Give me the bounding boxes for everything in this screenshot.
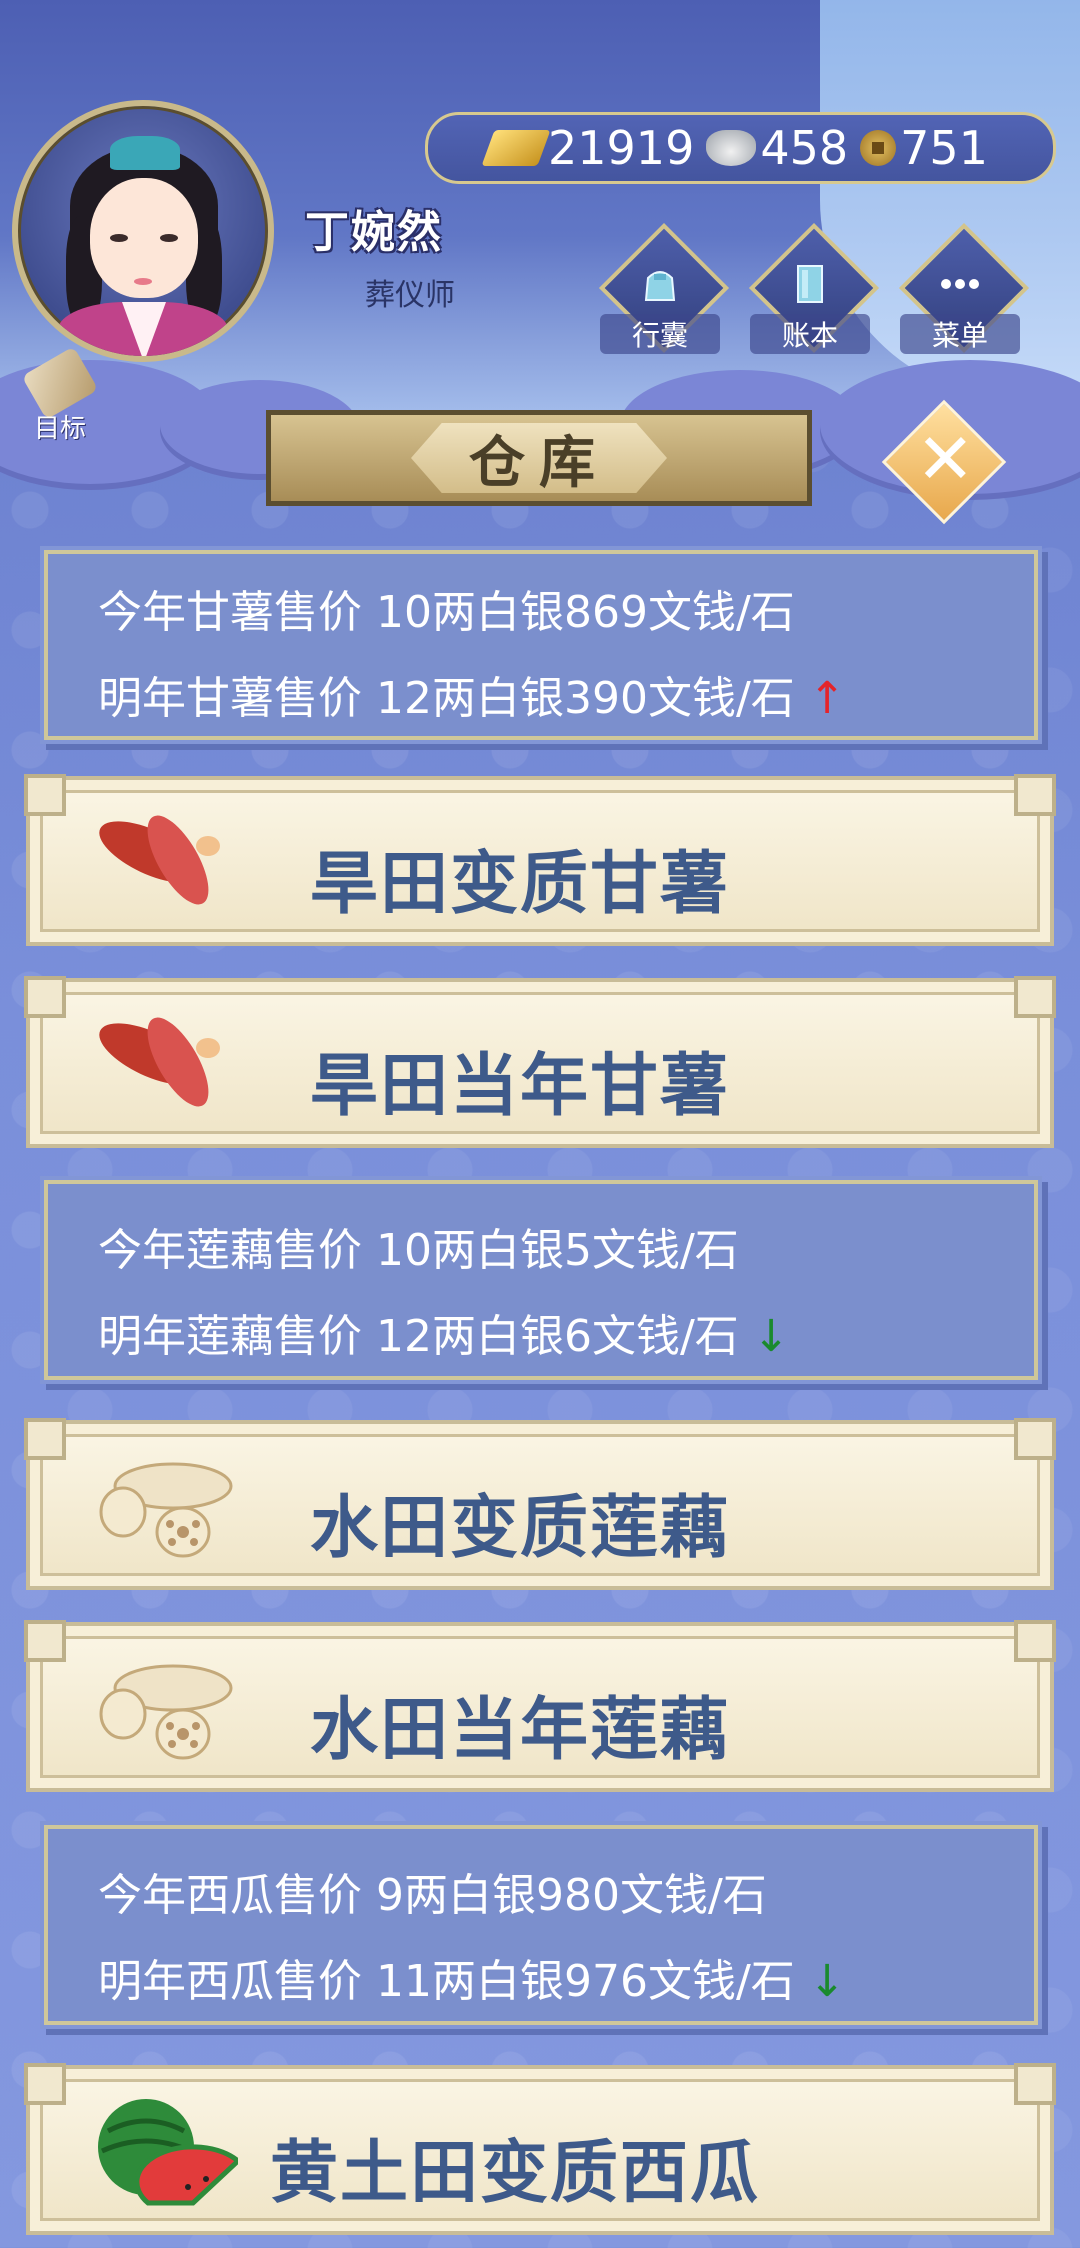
goal-label: 目标 xyxy=(33,414,86,444)
currency-bar: 21919 458 751 xyxy=(425,112,1056,184)
price-next-year-text: 明年甘薯售价 12两白银390文钱/石 xyxy=(98,673,795,724)
price-this-year: 今年莲藕售价 10两白银5文钱/石 xyxy=(98,1225,739,1276)
player-avatar[interactable] xyxy=(12,100,274,362)
lotus-root-icon xyxy=(99,1462,233,1558)
silver-display: 458 xyxy=(706,121,848,175)
price-next-year-text: 明年西瓜售价 11两白银976文钱/石 xyxy=(98,1956,795,2007)
warehouse-title-banner: 仓库 xyxy=(266,410,812,506)
silver-ingot-icon xyxy=(706,130,757,166)
warehouse-item[interactable]: 黄土田变质西瓜 xyxy=(24,2063,1056,2235)
bag-button[interactable]: 行囊 xyxy=(598,222,730,354)
item-name: 水田当年莲藕 xyxy=(310,1691,731,1770)
avatar-headdress xyxy=(110,136,180,170)
sweet-potato-icon xyxy=(99,815,220,905)
avatar-eye xyxy=(110,234,128,242)
gold-display: 21919 xyxy=(481,121,695,175)
silver-amount: 458 xyxy=(760,121,849,175)
price-this-year: 今年西瓜售价 9两白银980文钱/石 xyxy=(98,1870,767,1921)
ledger-icon xyxy=(797,265,823,303)
gold-ingot-icon xyxy=(481,130,551,166)
coin-display: 751 xyxy=(860,121,988,175)
menu-button[interactable]: 菜单 xyxy=(898,222,1030,354)
goal-button[interactable]: 目标 xyxy=(14,346,106,450)
warehouse-item[interactable]: 水田当年莲藕 xyxy=(24,1620,1056,1792)
player-role: 葬仪师 xyxy=(365,278,455,313)
panel-title: 仓库 xyxy=(469,430,609,496)
price-next-year: 明年莲藕售价 12两白银6文钱/石 ↓ xyxy=(98,1300,790,1364)
ledger-button[interactable]: 账本 xyxy=(748,222,880,354)
warehouse-item[interactable]: 水田变质莲藕 xyxy=(24,1418,1056,1590)
price-this-year: 今年甘薯售价 10两白银869文钱/石 xyxy=(98,587,795,638)
price-info-card: 今年莲藕售价 10两白银5文钱/石 明年莲藕售价 12两白银6文钱/石 ↓ xyxy=(44,1180,1038,1380)
item-name: 水田变质莲藕 xyxy=(310,1489,731,1568)
avatar-mouth xyxy=(134,278,152,285)
close-icon: ✕ xyxy=(916,418,975,500)
coin-amount: 751 xyxy=(900,121,988,175)
price-info-card: 今年甘薯售价 10两白银869文钱/石 明年甘薯售价 12两白银390文钱/石 … xyxy=(44,550,1038,740)
more-dots-icon xyxy=(941,279,979,289)
ledger-label: 账本 xyxy=(750,314,870,354)
avatar-eye xyxy=(160,234,178,242)
gold-amount: 21919 xyxy=(548,121,695,175)
price-up-arrow-icon: ↑ xyxy=(808,673,846,724)
copper-coin-icon xyxy=(860,130,897,166)
price-next-year: 明年甘薯售价 12两白银390文钱/石 ↑ xyxy=(98,662,846,726)
price-next-year-text: 明年莲藕售价 12两白银6文钱/石 xyxy=(98,1311,739,1362)
sweet-potato-icon xyxy=(99,1017,220,1107)
price-down-arrow-icon: ↓ xyxy=(752,1311,790,1362)
lotus-root-icon xyxy=(99,1664,233,1760)
item-name: 黄土田变质西瓜 xyxy=(270,2134,761,2213)
menu-label: 菜单 xyxy=(900,314,1020,354)
title-plaque: 仓库 xyxy=(411,423,667,493)
price-next-year: 明年西瓜售价 11两白银976文钱/石 ↓ xyxy=(98,1945,846,2009)
item-name: 旱田变质甘薯 xyxy=(310,845,731,924)
watermelon-icon xyxy=(98,2099,238,2206)
bag-icon xyxy=(644,271,676,301)
bag-label: 行囊 xyxy=(600,314,720,354)
price-info-card: 今年西瓜售价 9两白银980文钱/石 明年西瓜售价 11两白银976文钱/石 ↓ xyxy=(44,1825,1038,2025)
player-name: 丁婉然 xyxy=(305,207,443,258)
item-name: 旱田当年甘薯 xyxy=(310,1047,731,1126)
price-down-arrow-icon: ↓ xyxy=(808,1956,846,2007)
warehouse-item[interactable]: 旱田当年甘薯 xyxy=(24,976,1056,1148)
warehouse-item[interactable]: 旱田变质甘薯 xyxy=(24,774,1056,946)
